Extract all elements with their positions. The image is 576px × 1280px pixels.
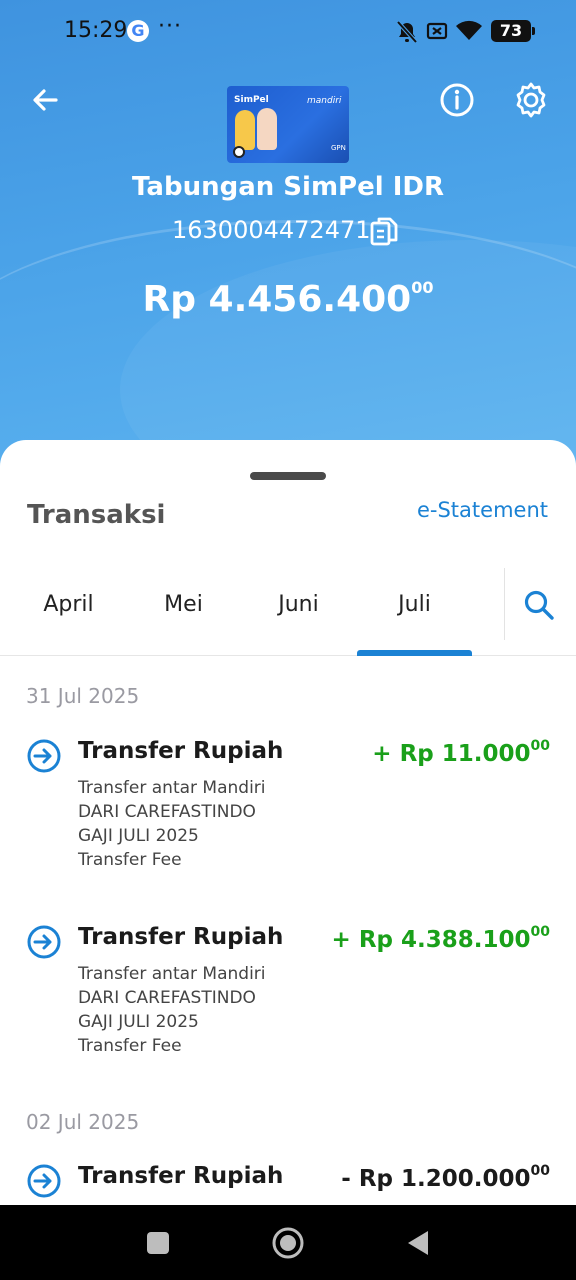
copy-icon[interactable] — [369, 215, 399, 247]
card-illustration-kid — [257, 108, 277, 150]
transaction-description: Transfer antar Mandiri DARI CAREFASTINDO… — [78, 776, 266, 872]
description-line: GAJI JULI 2025 — [78, 1012, 199, 1032]
transaction-title: Transfer Rupiah — [78, 738, 284, 764]
amount-cents: 00 — [530, 924, 550, 940]
tab-juni[interactable]: Juni — [241, 592, 356, 617]
back-arrow-icon[interactable] — [26, 80, 66, 120]
description-line: DARI CAREFASTINDO — [78, 802, 256, 822]
transactions-sheet: Transaksi e-Statement April Mei Juni Jul… — [0, 440, 576, 1205]
transfer-in-icon — [27, 925, 61, 959]
header-decoration-line — [0, 220, 576, 470]
drag-handle[interactable] — [250, 472, 326, 480]
account-number: 1630004472471 — [172, 216, 371, 244]
transaction-amount: + Rp 4.388.10000 — [332, 924, 550, 953]
description-line: Transfer Fee — [78, 1036, 182, 1056]
description-line: GAJI JULI 2025 — [78, 826, 199, 846]
amount-cents: 00 — [530, 738, 550, 754]
home-icon[interactable] — [270, 1225, 306, 1261]
gpn-logo: GPN — [331, 144, 346, 152]
e-statement-link[interactable]: e-Statement — [417, 498, 548, 522]
transaction-title: Transfer Rupiah — [78, 1163, 284, 1189]
card-illustration-kid — [235, 110, 255, 150]
account-name: Tabungan SimPel IDR — [132, 172, 444, 202]
battery-icon: 73 — [491, 20, 535, 42]
no-sim-icon — [426, 22, 448, 40]
search-icon[interactable] — [522, 588, 556, 622]
transaction-amount: + Rp 11.00000 — [372, 738, 550, 767]
divider — [504, 568, 505, 640]
mute-icon — [396, 20, 418, 44]
description-line: Transfer antar Mandiri — [78, 778, 266, 798]
amount-value: + Rp 4.388.100 — [331, 927, 531, 953]
month-tabs: April Mei Juni Juli — [0, 568, 576, 656]
card-illustration-ball — [233, 146, 245, 158]
description-line: Transfer antar Mandiri — [78, 964, 266, 984]
settings-gear-icon[interactable] — [511, 80, 551, 120]
amount-value: + Rp 11.000 — [372, 741, 531, 767]
account-header: 15:29 G ··· 73 SimPel mandiri GPN Tabung… — [0, 0, 576, 470]
account-balance: Rp 4.456.40000 — [0, 278, 576, 320]
date-header: 02 Jul 2025 — [26, 1110, 140, 1134]
transfer-out-icon — [27, 1164, 61, 1198]
balance-cents: 00 — [411, 278, 434, 297]
description-line: DARI CAREFASTINDO — [78, 988, 256, 1008]
tab-juli[interactable]: Juli — [357, 592, 472, 617]
transaction-title: Transfer Rupiah — [78, 924, 284, 950]
active-tab-indicator — [357, 650, 472, 656]
amount-cents: 00 — [530, 1163, 550, 1179]
status-bar: 15:29 G ··· 73 — [0, 0, 576, 64]
google-icon: G — [127, 20, 149, 42]
bank-logo: mandiri — [307, 96, 342, 106]
transfer-in-icon — [27, 739, 61, 773]
transaction-description: Transfer antar Mandiri DARI CAREFASTINDO… — [78, 962, 266, 1058]
system-nav-bar — [0, 1205, 576, 1280]
card-thumbnail: SimPel mandiri GPN — [227, 86, 349, 163]
tab-mei[interactable]: Mei — [126, 592, 241, 617]
balance-amount: Rp 4.456.400 — [142, 279, 412, 320]
status-time: 15:29 — [64, 18, 128, 43]
transaction-amount: - Rp 1.200.00000 — [341, 1163, 550, 1192]
description-line: Transfer Fee — [78, 850, 182, 870]
date-header: 31 Jul 2025 — [26, 684, 140, 708]
tab-april[interactable]: April — [11, 592, 126, 617]
recents-icon[interactable] — [140, 1225, 176, 1261]
card-brand: SimPel — [234, 95, 269, 105]
more-notifications-icon: ··· — [158, 14, 182, 39]
back-triangle-icon[interactable] — [400, 1225, 436, 1261]
section-title: Transaksi — [27, 500, 166, 530]
wifi-icon — [456, 20, 482, 40]
amount-value: - Rp 1.200.000 — [341, 1166, 531, 1192]
info-icon[interactable] — [437, 80, 477, 120]
